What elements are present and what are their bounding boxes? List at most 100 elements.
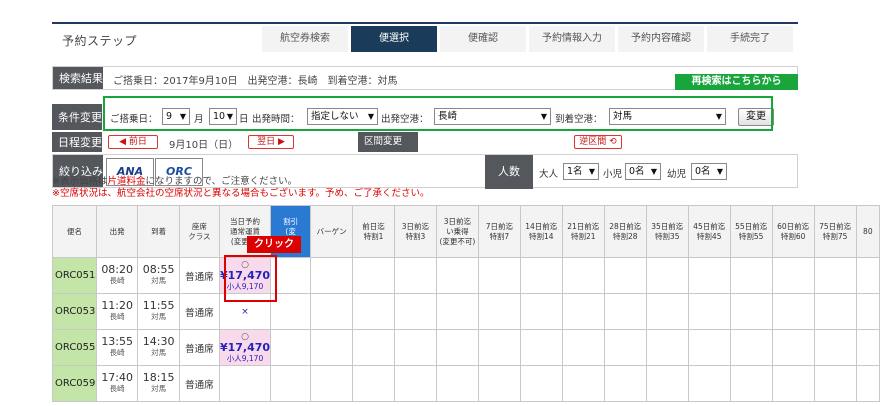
fare-cell bbox=[855, 257, 880, 294]
fare-cell bbox=[687, 329, 731, 366]
fare-cell bbox=[561, 257, 605, 294]
fare-cell bbox=[645, 257, 689, 294]
condition-change-row: 条件変更 ご搭乗日： 9 ▼ 月 10 ▼ 日 出発時間： 指定しない ▼ 出発空港：… bbox=[52, 104, 798, 130]
fare-price: ¥17,470 bbox=[219, 269, 271, 282]
reverse-route-button[interactable]: 逆区間 ⟲ bbox=[574, 135, 622, 149]
boarding-date-label: ご搭乗日： bbox=[110, 114, 158, 125]
adult-value: 1名 bbox=[567, 166, 583, 177]
step-flight-select: 便選択 bbox=[351, 26, 437, 52]
dep-airport: 長崎 bbox=[109, 384, 125, 393]
dep-time-select[interactable]: 指定しない ▼ bbox=[307, 108, 378, 125]
fare-cell bbox=[687, 257, 731, 294]
fare-cell bbox=[477, 257, 521, 294]
condition-change-label: 条件変更 bbox=[52, 104, 102, 130]
fare-cell bbox=[729, 293, 773, 330]
fare-cell bbox=[855, 329, 880, 366]
fare-price: ¥17,470 bbox=[219, 341, 271, 354]
fare-cell bbox=[771, 365, 815, 402]
seat-class: 普通席 bbox=[178, 257, 220, 294]
arrival-time: 18:15 対馬 bbox=[137, 365, 180, 402]
fare-cell bbox=[352, 257, 395, 294]
adult-select[interactable]: 1名 ▼ bbox=[563, 163, 599, 180]
fare-cell bbox=[561, 293, 605, 330]
dep-airport-select[interactable]: 長崎 ▼ bbox=[434, 108, 551, 125]
fare-cell bbox=[270, 293, 312, 330]
fare-cell bbox=[729, 365, 773, 402]
child-select[interactable]: 0名 ▼ bbox=[625, 163, 661, 180]
fare-cell bbox=[477, 329, 521, 366]
fare-cell-available[interactable]: ○ ¥17,470 小人9,170 bbox=[218, 329, 272, 366]
fare-cell bbox=[561, 365, 605, 402]
fare-cell bbox=[855, 365, 880, 402]
step-complete: 手続完了 bbox=[707, 26, 793, 52]
fare-cell bbox=[687, 293, 731, 330]
column-header: バーゲン bbox=[310, 205, 354, 258]
seat-class: 普通席 bbox=[178, 293, 220, 330]
fare-cell bbox=[352, 293, 395, 330]
dep-airport-label: 出発空港： bbox=[381, 114, 429, 125]
fare-cell bbox=[561, 329, 605, 366]
reverse-arrows-icon: ⟲ bbox=[609, 137, 617, 147]
fare-cell bbox=[813, 257, 857, 294]
dep-time-value: 08:20 bbox=[101, 263, 134, 276]
month-select[interactable]: 9 ▼ bbox=[162, 108, 190, 125]
chevron-down-icon: ▼ bbox=[588, 167, 595, 176]
fare-cell bbox=[435, 293, 479, 330]
infant-label: 幼児 bbox=[667, 169, 687, 180]
research-callout: 再検索はこちらから bbox=[675, 74, 798, 90]
arrival-time: 14:30 対馬 bbox=[137, 329, 180, 366]
fare-cell bbox=[310, 329, 354, 366]
month-unit: 月 bbox=[194, 114, 204, 125]
arrival-time: 11:55 対馬 bbox=[137, 293, 180, 330]
column-header: 3日前迄 特割3 bbox=[393, 205, 437, 258]
fare-cell bbox=[813, 329, 857, 366]
search-result-text: ご搭乗日：2017年9月10日 出発空港：長崎 到着空港：対馬 bbox=[113, 76, 398, 87]
departure-time: 11:20 長崎 bbox=[95, 293, 139, 330]
fare-cell bbox=[519, 329, 563, 366]
column-header: 45日前迄 特割45 bbox=[687, 205, 731, 258]
column-header: 21日前迄 特割21 bbox=[561, 205, 605, 258]
fare-cell bbox=[270, 257, 312, 294]
table-row: ORC053 11:20 長崎 11:55 対馬 普通席 × bbox=[52, 293, 880, 330]
step-title: 予約ステップ bbox=[62, 34, 138, 48]
fare-cell bbox=[603, 257, 647, 294]
infant-select[interactable]: 0名 ▼ bbox=[691, 163, 727, 180]
click-callout: クリック bbox=[247, 236, 301, 253]
note-availability: ※空席状況は、航空会社の空席状況と異なる場合もございます。予め、ご了承ください。 bbox=[52, 188, 430, 199]
column-header: 便名 bbox=[52, 205, 97, 258]
day-unit: 日 bbox=[239, 114, 249, 125]
prev-day-button[interactable]: ◀ 前日 bbox=[108, 135, 158, 149]
chevron-down-icon: ▼ bbox=[540, 112, 547, 121]
arr-airport-select[interactable]: 対馬 ▼ bbox=[609, 108, 726, 125]
next-day-button[interactable]: 翌日 ▶ bbox=[248, 135, 294, 149]
fare-cell bbox=[477, 293, 521, 330]
column-header: 座席 クラス bbox=[178, 205, 220, 258]
step-info-input: 予約情報入力 bbox=[529, 26, 615, 52]
table-row: ORC059 17:40 長崎 18:15 対馬 普通席 bbox=[52, 365, 880, 402]
flight-number: ORC059 bbox=[52, 365, 97, 402]
seat-class: 普通席 bbox=[178, 329, 220, 366]
fare-cell bbox=[310, 257, 354, 294]
fare-cell bbox=[603, 329, 647, 366]
arr-time-value: 08:55 bbox=[142, 263, 175, 276]
notes: ※表示価格は片道料金になりますので、ご注意ください。 ※空席状況は、航空会社の空… bbox=[52, 176, 430, 200]
arr-airport-label: 到着空港： bbox=[555, 114, 603, 125]
fare-cell bbox=[270, 329, 312, 366]
fare-cell bbox=[813, 365, 857, 402]
change-button[interactable]: 変更 bbox=[738, 108, 774, 126]
dep-time-value: 指定しない bbox=[311, 111, 359, 122]
column-header: 前日迄 特割1 bbox=[352, 205, 395, 258]
arr-time-value: 18:15 bbox=[142, 371, 175, 384]
column-header: 80 bbox=[855, 205, 880, 258]
fare-cell bbox=[771, 329, 815, 366]
column-header: 7日前迄 特割7 bbox=[477, 205, 521, 258]
dep-airport: 長崎 bbox=[109, 348, 125, 357]
infant-value: 0名 bbox=[695, 166, 711, 177]
fare-cell-available[interactable]: ○ ¥17,470 小人9,170 bbox=[218, 257, 272, 294]
fare-cell bbox=[393, 329, 437, 366]
day-select[interactable]: 10 ▼ bbox=[209, 108, 237, 125]
departure-time: 13:55 長崎 bbox=[95, 329, 139, 366]
column-header: 到着 bbox=[137, 205, 180, 258]
passengers-label: 人数 bbox=[485, 155, 533, 189]
fare-cell bbox=[477, 365, 521, 402]
